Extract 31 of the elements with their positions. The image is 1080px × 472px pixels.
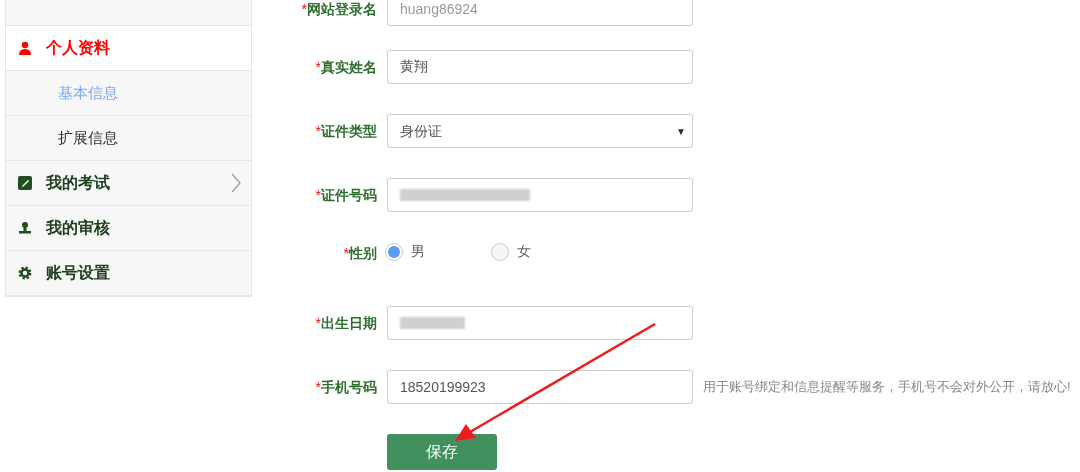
sidebar-item[interactable]: 我的考试 xyxy=(6,161,251,206)
sidebar-item-label: 我的审核 xyxy=(46,218,111,238)
chevron-right-icon xyxy=(231,173,241,193)
field-label: *证件类型 xyxy=(314,121,377,141)
text-field[interactable] xyxy=(387,178,693,212)
sidebar-item-label: 个人资料 xyxy=(46,38,111,58)
field-label: *证件号码 xyxy=(314,185,377,205)
gear-icon xyxy=(18,266,32,280)
field-label: *出生日期 xyxy=(314,313,377,333)
blurred-value xyxy=(400,317,465,329)
radio-option[interactable]: 女 xyxy=(491,241,573,262)
text-field[interactable]: 黄翔 xyxy=(387,50,693,84)
field-label: *网站登录名 xyxy=(300,0,377,19)
sidebar-item[interactable]: 个人资料 xyxy=(6,26,251,71)
select-field[interactable]: 身份证 ▼ xyxy=(387,114,693,148)
field-label: *性别 xyxy=(342,244,377,263)
text-field[interactable]: 18520199923 xyxy=(387,370,693,404)
sidebar-item[interactable]: 我的审核 xyxy=(6,206,251,251)
field-label: *手机号码 xyxy=(314,377,377,397)
stamp-icon xyxy=(18,221,32,235)
person-icon xyxy=(18,41,32,55)
field-hint: 用于账号绑定和信息提醒等服务，手机号不会对外公开，请放心! xyxy=(703,378,1071,397)
save-button[interactable]: 保存 xyxy=(387,434,497,470)
sidebar-item[interactable]: 账号设置 xyxy=(6,251,251,296)
radio-option[interactable]: 男 xyxy=(385,241,467,262)
sidebar-subitem[interactable]: 扩展信息 xyxy=(6,116,251,161)
field-label: *真实姓名 xyxy=(314,57,377,77)
edit-icon xyxy=(18,176,32,190)
sidebar-item-label: 我的考试 xyxy=(46,173,111,193)
text-field[interactable] xyxy=(387,306,693,340)
sidebar-item-label: 账号设置 xyxy=(46,263,111,283)
